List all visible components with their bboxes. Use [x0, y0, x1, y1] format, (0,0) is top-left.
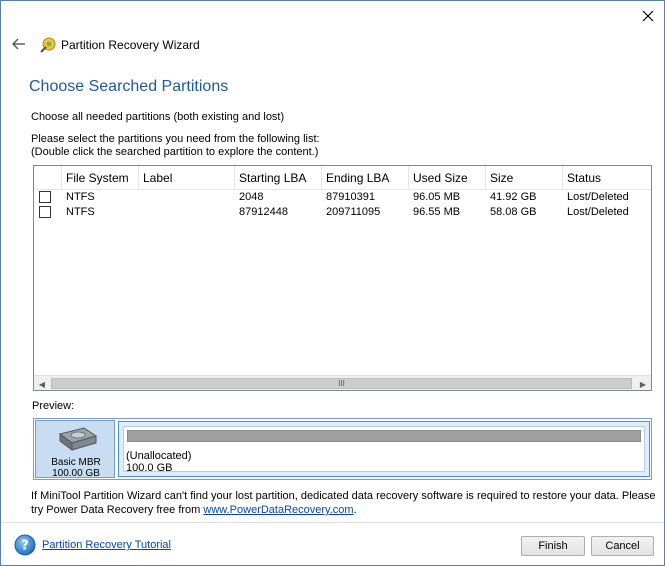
- cell-ending-lba: 209711095: [326, 206, 381, 218]
- header-used-size[interactable]: Used Size: [409, 166, 486, 190]
- cell-ending-lba: 87910391: [326, 191, 375, 203]
- finish-button[interactable]: Finish: [521, 536, 585, 556]
- header-size[interactable]: Size: [486, 166, 563, 190]
- cell-size: 58.08 GB: [490, 206, 537, 218]
- select-line-2: (Double click the searched partition to …: [31, 146, 319, 158]
- footer-divider: [1, 522, 664, 523]
- hard-disk-icon: [58, 427, 98, 451]
- instruction-text: Choose all needed partitions (both exist…: [31, 111, 285, 123]
- cell-size: 41.92 GB: [490, 191, 537, 203]
- header-status[interactable]: Status: [563, 166, 651, 190]
- header-ending-lba[interactable]: Ending LBA: [322, 166, 409, 190]
- close-button[interactable]: [635, 5, 661, 27]
- wizard-window: Partition Recovery Wizard Choose Searche…: [0, 0, 665, 566]
- window-title: Partition Recovery Wizard: [61, 38, 200, 52]
- list-header: File System Label Starting LBA Ending LB…: [34, 166, 651, 190]
- cell-file-system: NTFS: [66, 191, 95, 203]
- scroll-right-arrow-icon[interactable]: ▶: [635, 376, 651, 390]
- header-starting-lba[interactable]: Starting LBA: [235, 166, 322, 190]
- horizontal-scrollbar[interactable]: ◀ III ▶: [34, 375, 651, 390]
- preview-label: Preview:: [32, 400, 75, 412]
- back-arrow-icon: [12, 38, 25, 50]
- cell-label: [139, 190, 235, 205]
- scroll-left-arrow-icon[interactable]: ◀: [34, 376, 50, 390]
- header-label[interactable]: Label: [139, 166, 235, 190]
- scroll-grip: III: [338, 379, 345, 388]
- table-row[interactable]: NTFS 2048 87910391 96.05 MB 41.92 GB Los…: [34, 190, 651, 205]
- svg-text:?: ?: [21, 539, 29, 554]
- cell-label: [139, 205, 235, 220]
- partition-recovery-tutorial-link[interactable]: Partition Recovery Tutorial: [42, 539, 171, 551]
- cell-status: Lost/Deleted: [567, 206, 629, 218]
- cell-file-system: NTFS: [66, 206, 95, 218]
- back-button[interactable]: [9, 35, 29, 53]
- table-row[interactable]: NTFS 87912448 209711095 96.55 MB 58.08 G…: [34, 205, 651, 220]
- disk-preview: Basic MBR 100.00 GB (Unallocated) 100.0 …: [33, 418, 652, 480]
- cell-starting-lba: 87912448: [239, 206, 288, 218]
- partition-size: 100.0 GB: [126, 462, 173, 474]
- scroll-thumb[interactable]: III: [51, 378, 632, 389]
- partition-block[interactable]: (Unallocated) 100.0 GB: [118, 421, 650, 477]
- partition-usage-bar: [127, 430, 641, 442]
- wizard-wand-icon: [40, 37, 56, 53]
- select-instructions: Please select the partitions you need fr…: [31, 133, 320, 159]
- power-data-recovery-link[interactable]: www.PowerDataRecovery.com: [203, 504, 353, 516]
- cell-starting-lba: 2048: [239, 191, 264, 203]
- select-line-1: Please select the partitions you need fr…: [31, 133, 320, 145]
- notice-period: .: [353, 504, 357, 516]
- list-rows: NTFS 2048 87910391 96.05 MB 41.92 GB Los…: [34, 190, 651, 220]
- recovery-notice: If MiniTool Partition Wizard can't find …: [31, 489, 656, 517]
- row-checkbox[interactable]: [39, 206, 51, 218]
- close-icon: [642, 10, 654, 22]
- cell-status: Lost/Deleted: [567, 191, 629, 203]
- disk-block[interactable]: Basic MBR 100.00 GB: [35, 420, 115, 479]
- partition-name: (Unallocated): [126, 450, 192, 462]
- help-icon[interactable]: ?: [14, 534, 36, 556]
- row-checkbox[interactable]: [39, 191, 51, 203]
- header-checkbox-col: [34, 166, 62, 190]
- cancel-button[interactable]: Cancel: [591, 536, 654, 556]
- disk-type: Basic MBR: [51, 457, 101, 468]
- partition-list[interactable]: File System Label Starting LBA Ending LB…: [33, 165, 652, 391]
- header-file-system[interactable]: File System: [62, 166, 139, 190]
- cell-used-size: 96.05 MB: [413, 191, 461, 203]
- disk-size: 100.00 GB: [52, 468, 100, 479]
- page-heading: Choose Searched Partitions: [29, 78, 229, 95]
- cell-used-size: 96.55 MB: [413, 206, 461, 218]
